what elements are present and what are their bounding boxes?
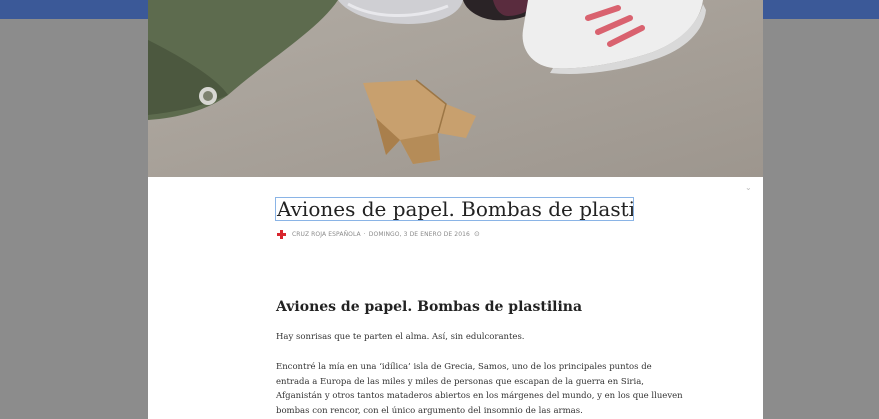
paragraph-1: Hay sonrisas que te parten el alma. Así,… [276, 332, 525, 342]
byline-separator: · [363, 230, 366, 238]
paragraph-2-line: bombas con rencor, con el único argument… [276, 405, 583, 416]
byline: CRUZ ROJA ESPAÑOLA · DOMINGO, 3 DE ENERO… [276, 228, 480, 240]
post-date[interactable]: DOMINGO, 3 DE ENERO DE 2016 [369, 231, 470, 238]
paragraph-2: Encontré la mía en una ‘idílica’ isla de… [276, 360, 683, 418]
author-name[interactable]: CRUZ ROJA ESPAÑOLA [292, 231, 361, 238]
paragraph-2-line: Afganistán y otros tantos mataderos abie… [276, 391, 683, 401]
paragraph-2-line: entrada a Europa de las miles y miles de… [276, 376, 644, 387]
note-title[interactable]: Aviones de papel. Bombas de plastilina [275, 197, 634, 221]
section-heading: Aviones de papel. Bombas de plastilina [276, 299, 583, 315]
paragraph-2-line: Encontré la mía en una ‘idílica’ isla de… [276, 362, 652, 372]
note-article: ⌄ Aviones de papel. Bombas de plastilina… [148, 0, 763, 419]
cover-photo-image [148, 0, 763, 177]
globe-icon[interactable]: ⊙ [474, 230, 480, 238]
cover-photo[interactable] [148, 0, 763, 177]
red-cross-logo-icon[interactable] [276, 228, 287, 240]
chevron-down-icon[interactable]: ⌄ [745, 184, 753, 192]
